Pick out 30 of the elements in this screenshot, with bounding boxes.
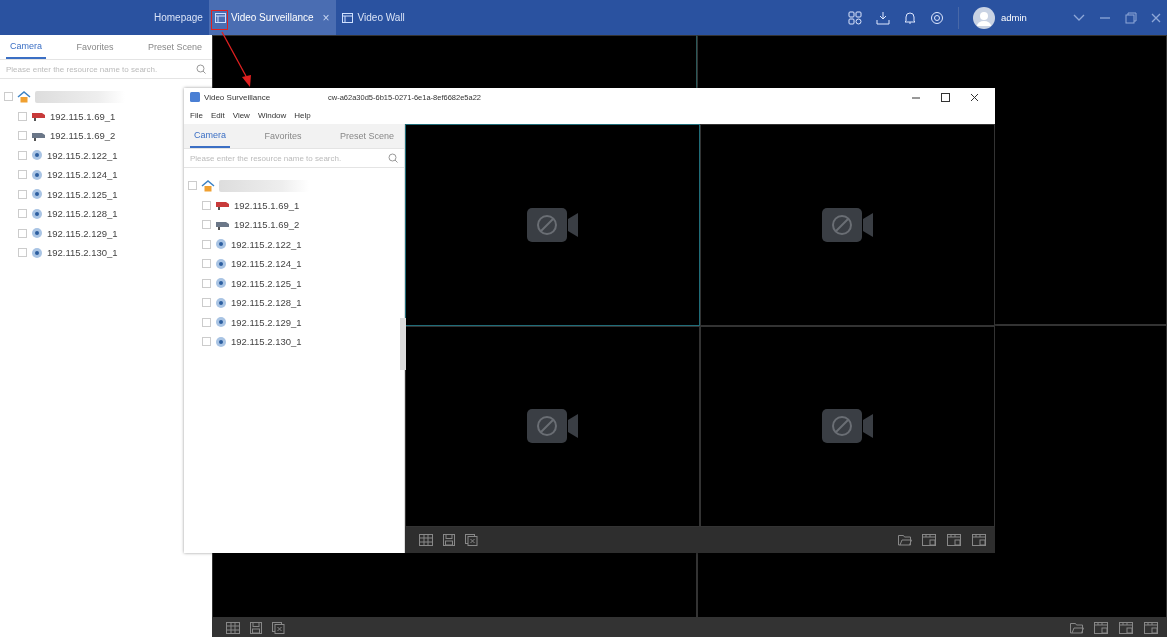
panel-tab[interactable]: Camera	[6, 35, 46, 59]
device-name[interactable]: 192.115.2.124_1	[47, 169, 118, 181]
menu-item[interactable]: View	[232, 110, 250, 120]
device-name[interactable]: 192.115.1.69_1	[50, 110, 116, 122]
device-name[interactable]: 192.115.2.125_1	[47, 188, 118, 200]
device-name[interactable]: 192.115.1.69_2	[50, 130, 116, 142]
menu-item[interactable]: Help	[294, 110, 311, 120]
tab[interactable]: Video Wall	[335, 0, 411, 35]
menu-item[interactable]: Edit	[210, 110, 225, 120]
tab[interactable]: Video Surveillance ×	[208, 0, 336, 35]
tab[interactable]: Homepage	[148, 0, 209, 35]
user-name[interactable]: admin	[1001, 12, 1059, 23]
device-name[interactable]: 192.115.2.129_1	[47, 227, 118, 239]
panel-tab[interactable]: Camera	[190, 124, 230, 148]
device-name[interactable]: 192.115.1.69_2	[234, 219, 300, 231]
device-name[interactable]: 192.115.2.125_1	[231, 277, 302, 289]
device-name[interactable]: 192.115.2.129_1	[231, 316, 302, 328]
device-name[interactable]: 192.115.2.122_1	[231, 238, 302, 250]
device-name[interactable]: 192.115.2.124_1	[231, 258, 302, 270]
device-name[interactable]: 192.115.2.128_1	[231, 297, 302, 309]
menu-item[interactable]: Window	[257, 110, 287, 120]
device-name[interactable]: 192.115.1.69_1	[234, 199, 300, 211]
device-name[interactable]: 192.115.2.122_1	[47, 149, 118, 161]
panel-tab[interactable]: Preset Scene	[143, 35, 206, 59]
device-name[interactable]: 192.115.2.130_1	[47, 247, 118, 259]
device-name[interactable]: 192.115.2.128_1	[47, 208, 118, 220]
device-name[interactable]: 192.115.2.130_1	[231, 336, 302, 348]
menu-item[interactable]: File	[190, 110, 203, 120]
panel-tab[interactable]: Favorites	[72, 35, 118, 59]
window-title: Video Surveillance	[204, 92, 272, 102]
